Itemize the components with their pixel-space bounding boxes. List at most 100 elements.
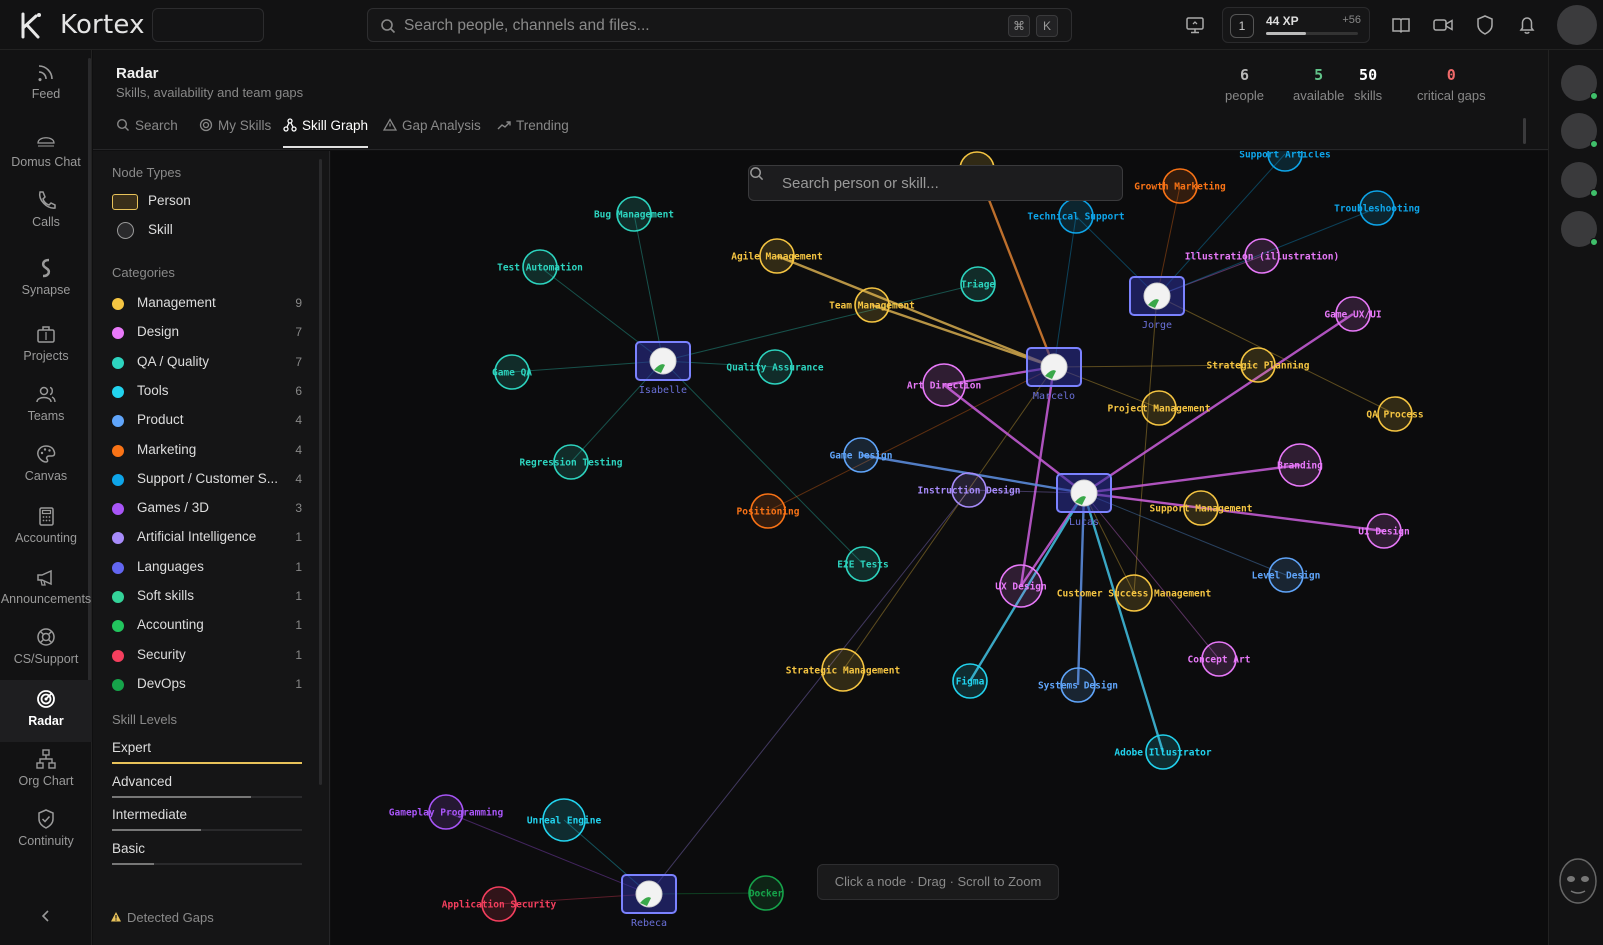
nav-item-org-chart[interactable]: Org Chart [0,740,92,802]
category-filter[interactable]: Languages 1 [112,559,302,579]
category-filter[interactable]: Support / Customer S... 4 [112,471,302,491]
category-filter[interactable]: Design 7 [112,324,302,344]
nav-item-announcements[interactable]: Announcements [0,558,92,620]
nav-item-canvas[interactable]: Canvas [0,435,92,497]
header-scrollbar[interactable] [1523,118,1526,144]
skill-node[interactable]: UX Design [995,564,1047,608]
tab-gap-analysis[interactable]: Gap Analysis [383,118,481,148]
presence-avatar[interactable] [1561,211,1598,247]
skill-node[interactable]: Growth Marketing [1134,168,1226,204]
skill-node[interactable]: Gameplay Programming [389,794,504,830]
skill-level-filter[interactable]: Intermediate [112,807,302,837]
nav-item-continuity[interactable]: Continuity [0,800,92,862]
skill-node[interactable]: Support Management [1150,490,1253,526]
tab-my-skills[interactable]: My Skills [199,118,271,148]
nav-item-radar[interactable]: Radar [0,680,92,742]
skill-node[interactable]: Branding [1277,443,1323,487]
skill-node[interactable]: Art Direction [907,363,981,407]
nav-item-accounting[interactable]: Accounting [0,497,92,559]
video-icon[interactable] [1432,14,1454,36]
nav-item-projects[interactable]: Projects [0,315,92,377]
person-node[interactable]: Marcelo [1026,347,1082,402]
skill-node[interactable]: Level Design [1252,557,1321,593]
person-node[interactable]: Isabelle [635,341,691,396]
skill-node[interactable]: Instruction Design [918,472,1021,508]
tab-trending[interactable]: Trending [497,118,569,148]
skill-node[interactable]: Bug Management [594,196,674,232]
shield-icon[interactable] [1474,14,1496,36]
skill-node[interactable]: Positioning [737,493,800,529]
category-filter[interactable]: Security 1 [112,647,302,667]
graph-search-input[interactable]: Search person or skill... [748,165,1123,201]
category-filter[interactable]: Games / 3D 3 [112,500,302,520]
skill-node[interactable]: Regression Testing [520,444,623,480]
skill-node-label: Strategic Management [786,666,900,677]
top-bar: Kortex Search people, channels and files… [0,0,1603,50]
sidebar-scrollbar[interactable] [319,159,322,785]
kortex-logo-icon[interactable] [18,10,44,40]
category-filter[interactable]: Marketing 4 [112,442,302,462]
skill-node[interactable]: Figma [952,663,988,699]
tab-search[interactable]: Search [116,118,178,148]
skill-node[interactable]: UI Design [1358,513,1410,549]
book-icon[interactable] [1390,14,1412,36]
nav-item-teams[interactable]: Teams [0,375,92,437]
brand-name: Kortex [60,10,145,40]
skill-level-filter[interactable]: Advanced [112,774,302,804]
user-avatar[interactable] [1557,5,1597,45]
screen-share-icon[interactable] [1184,14,1206,36]
skill-node[interactable]: Concept Art [1188,641,1251,677]
nav-item-calls[interactable]: Calls [0,181,92,243]
assistant-mascot-icon[interactable] [1553,853,1603,913]
skill-node-label: Support Management [1150,504,1253,515]
detected-gaps-header[interactable]: Detected Gaps [110,910,214,925]
skill-node[interactable]: Docker [748,875,784,911]
category-filter[interactable]: Accounting 1 [112,617,302,637]
skill-node-label: Bug Management [594,210,674,221]
presence-avatar[interactable] [1561,65,1598,101]
online-indicator [1590,92,1598,100]
skill-node[interactable]: Game Design [830,437,893,473]
nav-item-cs-support[interactable]: CS/Support [0,618,92,680]
nav-item-domus-chat[interactable]: Domus Chat [0,121,92,183]
skill-node[interactable]: Technical Support [1027,198,1125,234]
xp-widget[interactable]: 1 44 XP +56 [1222,7,1370,43]
skill-graph-canvas[interactable]: Bug Management Test Automation Game QA Qual… [331,151,1548,945]
category-filter[interactable]: Artificial Intelligence 1 [112,529,302,549]
category-filter[interactable]: Tools 6 [112,383,302,403]
graph-icon [283,118,297,132]
skill-node[interactable]: Unreal Engine [527,798,602,842]
presence-avatar[interactable] [1561,113,1598,149]
nav-item-feed[interactable]: Feed [0,53,92,115]
skill-level-filter[interactable]: Expert [112,740,302,770]
workspace-switcher[interactable] [152,8,264,42]
skill-node[interactable]: E2E Tests [837,546,889,582]
nav-item-synapse[interactable]: Synapse [0,249,92,311]
category-filter[interactable]: Product 4 [112,412,302,432]
skill-node[interactable]: QA Process [1366,396,1424,432]
skill-node[interactable]: Game QA [492,354,532,390]
skill-node[interactable]: Application Security [442,886,557,922]
skill-node[interactable]: Test Automation [497,249,583,285]
global-search-input[interactable]: Search people, channels and files... ⌘ K [367,8,1072,42]
category-filter[interactable]: Soft skills 1 [112,588,302,608]
skill-node[interactable]: Adobe Illustrator [1114,734,1212,770]
tab-skill-graph[interactable]: Skill Graph [283,118,369,148]
presence-avatar[interactable] [1561,162,1598,198]
stat-value: 5 [1314,66,1324,84]
skill-node[interactable]: Illustration (illustration) [1185,238,1339,274]
skill-node[interactable]: Strategic Management [786,648,900,692]
bell-icon[interactable] [1516,14,1538,36]
skill-node[interactable]: Quality Assurance [726,349,824,385]
collapse-chevron-icon[interactable] [38,908,54,924]
skill-node[interactable]: Support Articles [1239,151,1331,172]
category-filter[interactable]: Management 9 [112,295,302,315]
skill-node[interactable]: Systems Design [1038,667,1118,703]
person-node[interactable]: Rebeca [621,874,677,929]
skill-graph-svg[interactable]: Bug Management Test Automation Game QA Qual… [331,151,1548,945]
category-filter[interactable]: DevOps 1 [112,676,302,696]
skill-node[interactable]: Triage [960,266,996,302]
person-node[interactable]: Jorge [1129,276,1185,331]
skill-level-filter[interactable]: Basic [112,841,302,871]
category-filter[interactable]: QA / Quality 7 [112,354,302,374]
